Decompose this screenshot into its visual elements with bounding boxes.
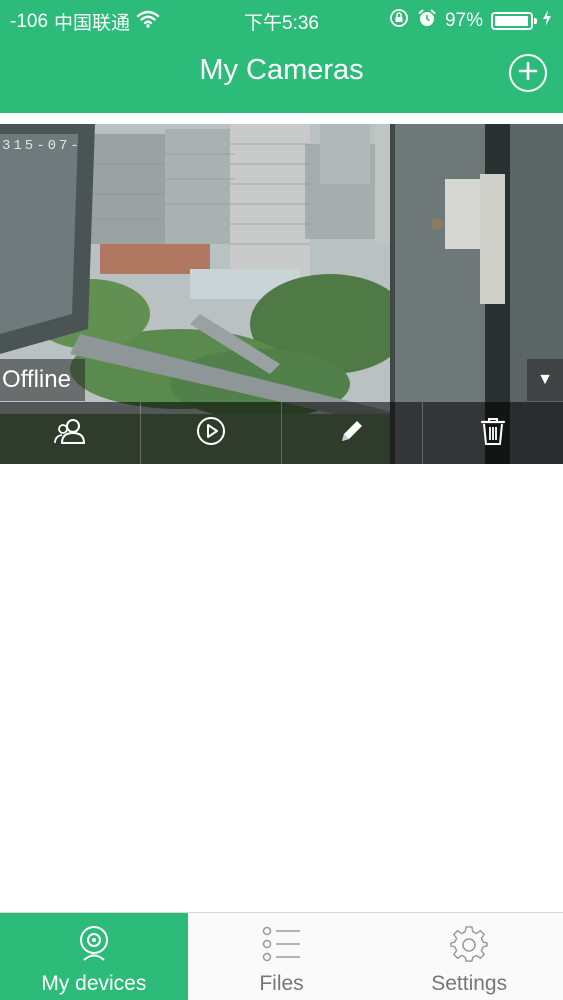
tab-my-devices[interactable]: My devices [0,913,188,1000]
gear-icon [450,925,488,968]
status-bar: -106 中国联通 下午5:36 97% [0,0,563,38]
plus-circle-icon [517,60,539,87]
status-bar-right: 97% [389,8,553,34]
nav-header: -106 中国联通 下午5:36 97% My Cameras [0,0,563,113]
status-badge: Offline [0,359,85,401]
edit-button[interactable] [282,402,423,464]
tab-label: My devices [41,972,147,995]
share-button[interactable] [0,402,141,464]
play-circle-icon [196,416,226,451]
add-camera-button[interactable] [509,54,547,92]
tab-bar: My devices Files Settings [0,912,563,1000]
rotation-lock-icon [389,8,409,34]
webcam-icon [77,925,111,968]
battery-tip [534,18,537,24]
pencil-icon [338,417,366,450]
battery-level [495,16,528,26]
battery-icon [491,12,537,30]
tab-label: Settings [431,972,508,995]
page-title: My Cameras [199,54,364,86]
camera-timestamp: 315-07- [2,138,82,154]
caret-down-icon: ▼ [537,371,553,388]
trash-icon [479,416,507,451]
charging-icon [541,9,553,33]
tab-files[interactable]: Files [188,913,376,1000]
playback-button[interactable] [141,402,282,464]
camera-card[interactable]: 315-07- Offline ▼ [0,124,563,464]
battery-percent: 97% [444,10,483,31]
delete-button[interactable] [423,402,563,464]
tab-label: Files [259,972,304,995]
expand-button[interactable]: ▼ [527,359,563,401]
alarm-icon [417,8,437,34]
users-icon [54,417,86,450]
camera-action-bar [0,402,563,464]
tab-settings[interactable]: Settings [375,913,563,1000]
list-icon [262,925,302,968]
